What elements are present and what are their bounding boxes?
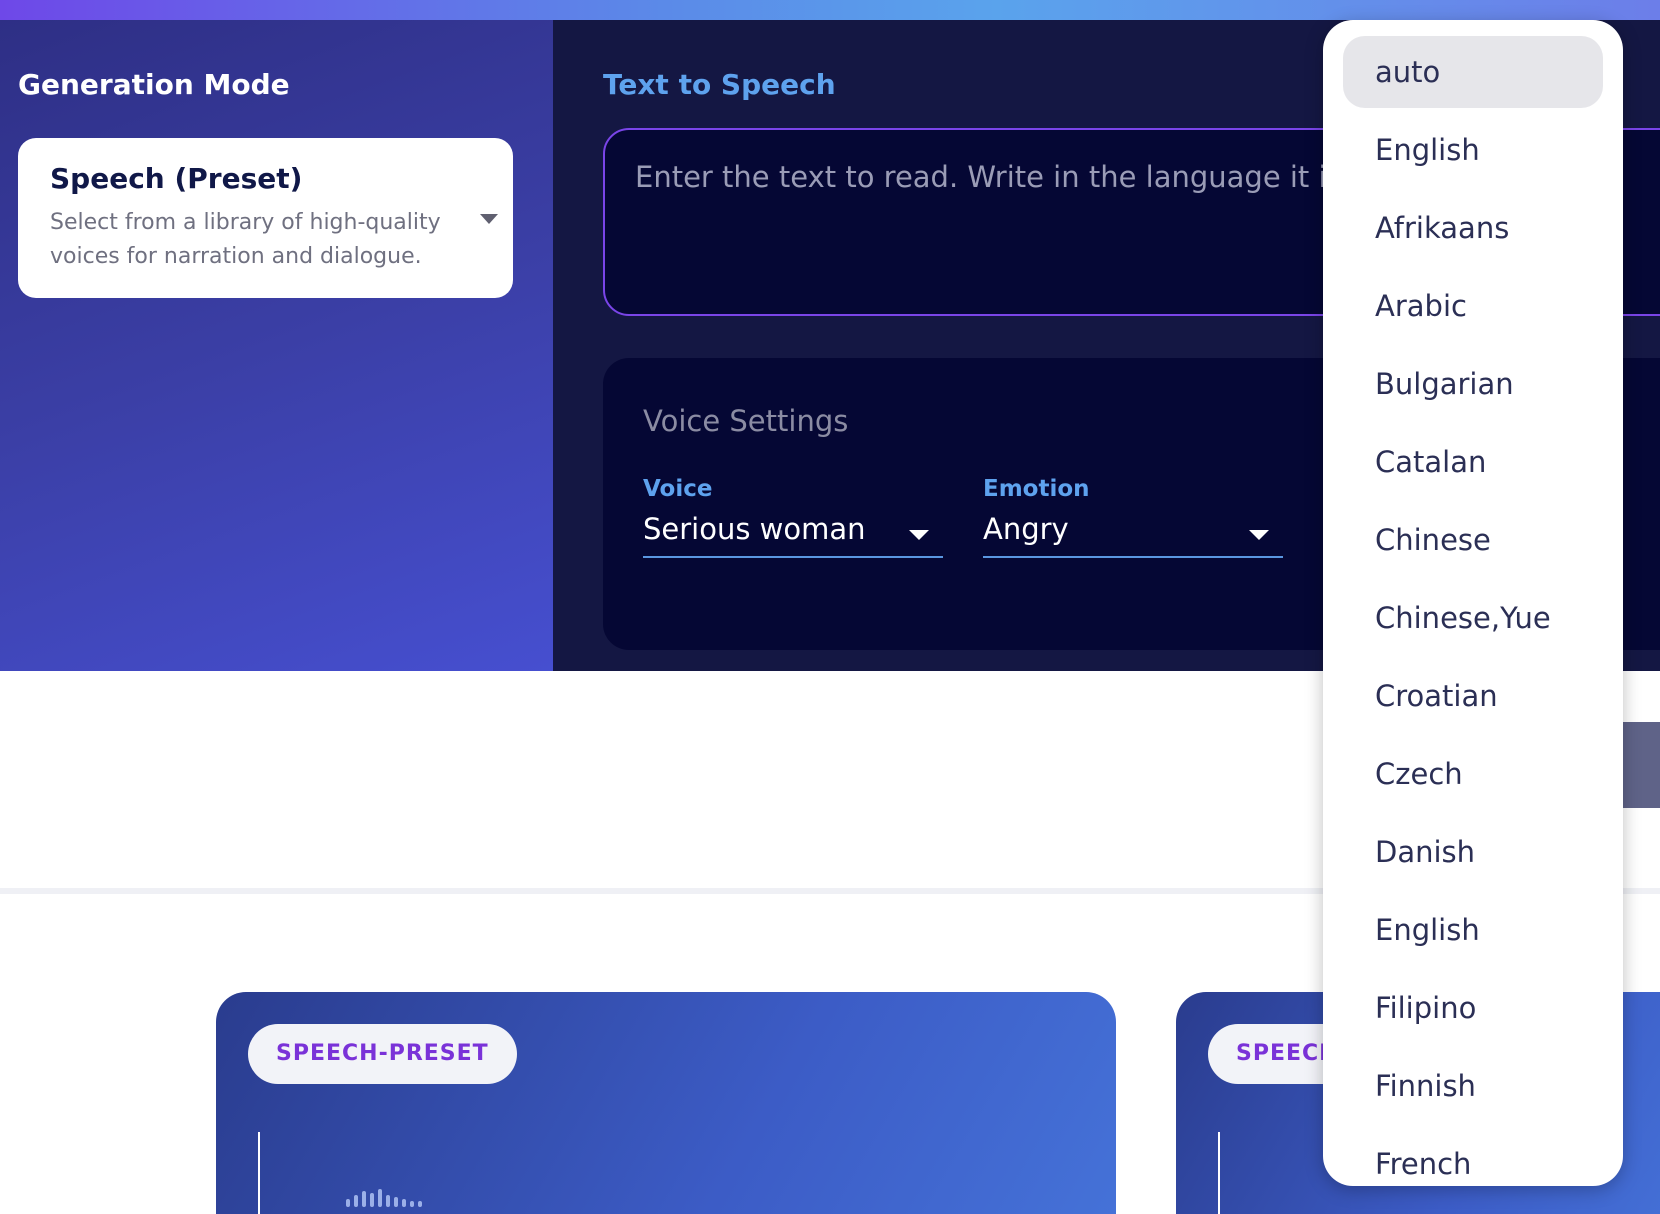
language-option[interactable]: Arabic [1343,270,1603,342]
card-badge: SPEECH-PRESET [248,1024,517,1084]
language-option[interactable]: Finnish [1343,1050,1603,1122]
language-option[interactable]: English [1343,894,1603,966]
language-option[interactable]: Afrikaans [1343,192,1603,264]
language-option[interactable]: Filipino [1343,972,1603,1044]
playhead [258,1132,260,1214]
language-option[interactable]: Danish [1343,816,1603,888]
waveform [346,1188,426,1207]
generation-mode-title: Generation Mode [18,68,290,101]
playhead [1218,1132,1220,1214]
voice-value: Serious woman [643,512,866,546]
chevron-down-icon[interactable] [909,530,929,540]
voice-settings-title: Voice Settings [643,404,849,438]
chevron-down-icon[interactable] [1249,530,1269,540]
language-option[interactable]: Chinese [1343,504,1603,576]
generation-mode-panel: Generation Mode Speech (Preset) Select f… [0,20,553,671]
emotion-select[interactable]: Emotion Angry [983,476,1283,558]
language-dropdown-menu[interactable]: auto English Afrikaans Arabic Bulgarian Catal… [1323,20,1623,1186]
mode-select[interactable]: Speech (Preset) Select from a library of… [18,138,513,298]
sample-card[interactable]: SPEECH-PRESET [216,992,1116,1214]
mode-description: Select from a library of high-quality vo… [50,210,441,269]
language-option[interactable]: Czech [1343,738,1603,810]
text-input-placeholder: Enter the text to read. Write in the lan… [635,160,1380,194]
language-option[interactable]: auto [1343,36,1603,108]
language-option[interactable]: Catalan [1343,426,1603,498]
top-gradient-bar [0,0,1660,20]
voice-select[interactable]: Voice Serious woman [643,476,943,558]
language-option[interactable]: Croatian [1343,660,1603,732]
mode-name: Speech (Preset) [50,162,303,195]
emotion-value: Angry [983,512,1069,546]
chevron-down-icon[interactable] [480,214,498,224]
language-option[interactable]: English [1343,114,1603,186]
page-title: Text to Speech [603,68,836,101]
emotion-label: Emotion [983,476,1090,502]
language-option[interactable]: Bulgarian [1343,348,1603,420]
language-option[interactable]: Chinese,Yue [1343,582,1603,654]
voice-label: Voice [643,476,713,502]
language-option[interactable]: French [1343,1128,1603,1186]
